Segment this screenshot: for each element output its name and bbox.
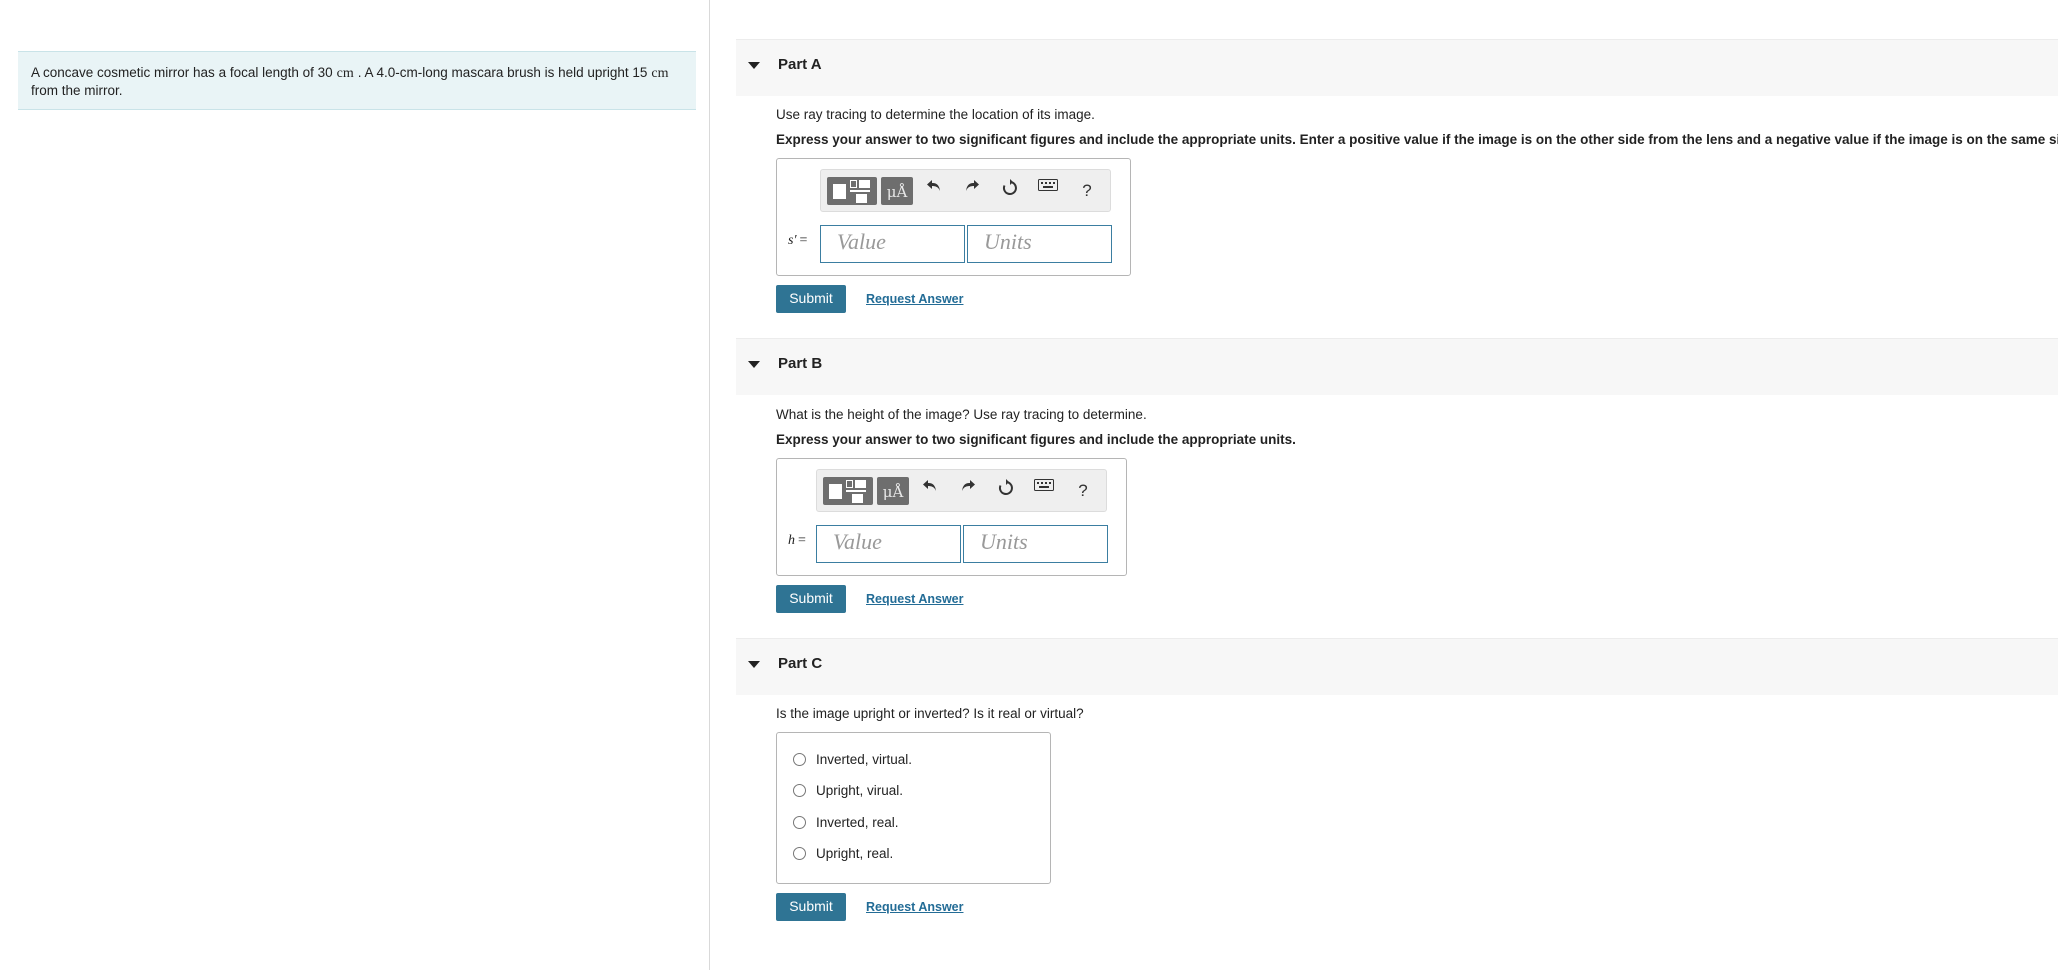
units-button[interactable]: μÅ xyxy=(881,177,913,205)
help-icon[interactable]: ? xyxy=(1071,479,1095,503)
part-b-answer-box: μÅ ? h = Value Units xyxy=(776,458,1127,576)
units-button[interactable]: μÅ xyxy=(877,477,909,505)
problem-pane: A concave cosmetic mirror has a focal le… xyxy=(0,0,710,970)
reset-icon[interactable] xyxy=(994,479,1018,503)
help-icon[interactable]: ? xyxy=(1075,179,1099,203)
unit-text: cm xyxy=(336,66,354,81)
request-answer-link[interactable]: Request Answer xyxy=(866,900,963,914)
choice-label[interactable]: Upright, virual. xyxy=(816,783,903,798)
templates-icon[interactable] xyxy=(823,477,873,505)
part-a-header[interactable]: Part A xyxy=(736,39,2058,96)
math-toolbar: μÅ ? xyxy=(816,469,1107,512)
problem-text: A concave cosmetic mirror has a focal le… xyxy=(31,65,333,80)
part-a-prompt: Use ray tracing to determine the locatio… xyxy=(776,107,1095,122)
part-title: Part B xyxy=(778,355,823,372)
part-c-header[interactable]: Part C xyxy=(736,638,2058,695)
variable-symbol: s′ xyxy=(788,233,797,248)
request-answer-link[interactable]: Request Answer xyxy=(866,592,963,606)
radio-button[interactable] xyxy=(793,753,806,766)
radio-button[interactable] xyxy=(793,847,806,860)
unit-text: cm xyxy=(651,66,669,81)
choice-label[interactable]: Inverted, virtual. xyxy=(816,752,912,767)
units-input[interactable]: Units xyxy=(963,525,1108,563)
choice-label[interactable]: Inverted, real. xyxy=(816,815,899,830)
part-b-header[interactable]: Part B xyxy=(736,338,2058,395)
part-title: Part C xyxy=(778,655,823,672)
radio-button[interactable] xyxy=(793,784,806,797)
part-a-instruction: Express your answer to two significant f… xyxy=(776,132,2058,147)
math-toolbar: μÅ ? xyxy=(820,169,1111,212)
part-a-answer-box: μÅ ? s′ = Value Units xyxy=(776,158,1131,276)
variable-label: h = xyxy=(788,533,806,548)
problem-statement: A concave cosmetic mirror has a focal le… xyxy=(18,51,696,110)
part-title: Part A xyxy=(778,56,822,73)
undo-icon[interactable] xyxy=(918,479,942,503)
submit-button[interactable]: Submit xyxy=(776,585,846,613)
redo-icon[interactable] xyxy=(960,179,984,203)
choice-list: Inverted, virtual. Upright, virual. Inve… xyxy=(776,732,1051,884)
collapse-caret-icon[interactable] xyxy=(748,661,760,668)
request-answer-link[interactable]: Request Answer xyxy=(866,292,963,306)
radio-button[interactable] xyxy=(793,816,806,829)
redo-icon[interactable] xyxy=(956,479,980,503)
problem-text: from the mirror. xyxy=(31,83,123,98)
keyboard-icon[interactable] xyxy=(1032,479,1056,503)
variable-symbol: h xyxy=(788,533,795,548)
value-input[interactable]: Value xyxy=(820,225,965,263)
templates-icon[interactable] xyxy=(827,177,877,205)
part-b-instruction: Express your answer to two significant f… xyxy=(776,432,1296,447)
undo-icon[interactable] xyxy=(922,179,946,203)
submit-button[interactable]: Submit xyxy=(776,893,846,921)
reset-icon[interactable] xyxy=(998,179,1022,203)
keyboard-icon[interactable] xyxy=(1036,179,1060,203)
part-b-prompt: What is the height of the image? Use ray… xyxy=(776,407,1147,422)
problem-text: . A 4.0-cm-long mascara brush is held up… xyxy=(357,65,648,80)
part-c-prompt: Is the image upright or inverted? Is it … xyxy=(776,706,1084,721)
choice-label[interactable]: Upright, real. xyxy=(816,846,893,861)
value-input[interactable]: Value xyxy=(816,525,961,563)
variable-label: s′ = xyxy=(788,233,808,248)
collapse-caret-icon[interactable] xyxy=(748,361,760,368)
collapse-caret-icon[interactable] xyxy=(748,62,760,69)
units-input[interactable]: Units xyxy=(967,225,1112,263)
submit-button[interactable]: Submit xyxy=(776,285,846,313)
